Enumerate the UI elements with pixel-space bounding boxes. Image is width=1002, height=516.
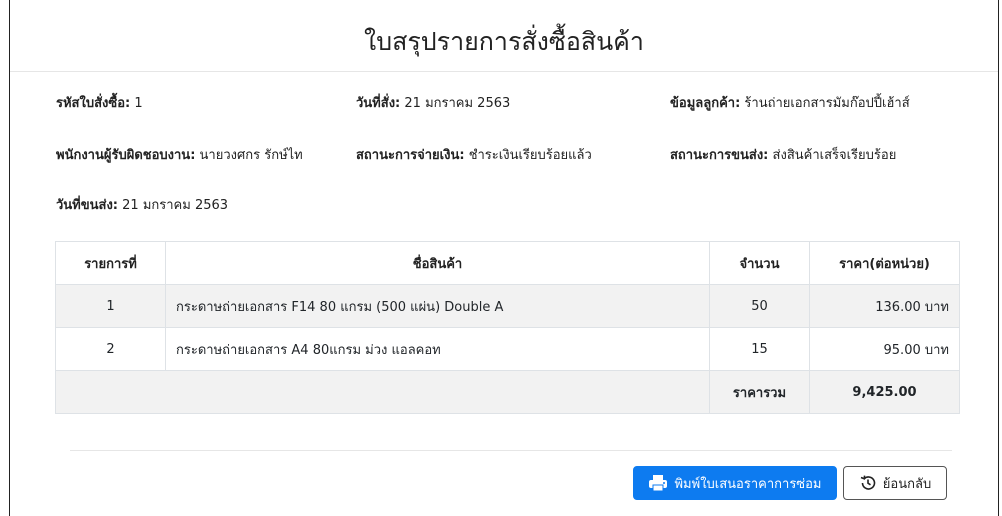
item-no: 1 (55, 284, 166, 328)
product-name: กระดาษถ่ายเอกสาร A4 80แกรม ม่วง แอลคอท (165, 327, 710, 371)
order-id-value: 1 (134, 96, 143, 111)
print-quotation-label: พิมพ์ใบเสนอราคาการซ่อม (674, 476, 822, 492)
order-date-value: 21 มกราคม 2563 (404, 96, 511, 111)
shipping-status-info: สถานะการขนส่ง: ส่งสินค้าเสร็จเรียบร้อย (670, 144, 896, 165)
header-unit-price: ราคา(ต่อหน่วย) (809, 241, 960, 285)
history-back-icon (859, 474, 877, 492)
order-date-label: วันที่สั่ง: (356, 96, 401, 111)
staff-value: นายวงศกร รักษ์ไท (199, 148, 303, 163)
shipping-status-label: สถานะการขนส่ง: (670, 148, 769, 163)
unit-price: 95.00 บาท (809, 327, 960, 371)
total-row: ราคารวม 9,425.00 (55, 370, 960, 414)
unit-price: 136.00 บาท (809, 284, 960, 328)
customer-info: ข้อมูลลูกค้า: ร้านถ่ายเอกสารมัมก๊อปปี้เฮ… (670, 92, 910, 113)
payment-status-label: สถานะการจ่ายเงิน: (356, 148, 465, 163)
total-value: 9,425.00 (809, 370, 960, 414)
order-id-label: รหัสใบสั่งซื้อ: (56, 96, 131, 111)
shipping-status-value: ส่งสินค้าเสร็จเรียบร้อย (772, 148, 897, 163)
quantity: 15 (709, 327, 810, 371)
table-header-row: รายการที่ ชื่อสินค้า จำนวน ราคา(ต่อหน่วย… (55, 241, 960, 285)
table-row: 2 กระดาษถ่ายเอกสาร A4 80แกรม ม่วง แอลคอท… (55, 327, 960, 371)
product-name: กระดาษถ่ายเอกสาร F14 80 แกรม (500 แผ่น) … (165, 284, 710, 328)
title-divider (10, 71, 998, 72)
order-items-table: รายการที่ ชื่อสินค้า จำนวน ราคา(ต่อหน่วย… (55, 241, 960, 414)
back-button[interactable]: ย้อนกลับ (843, 466, 947, 500)
customer-label: ข้อมูลลูกค้า: (670, 96, 741, 111)
page-title: ใบสรุปรายการสั่งซื้อสินค้า (364, 27, 644, 56)
quantity: 50 (709, 284, 810, 328)
footer-divider (70, 450, 952, 451)
back-label: ย้อนกลับ (882, 476, 932, 492)
customer-value: ร้านถ่ายเอกสารมัมก๊อปปี้เฮ้าส์ (744, 96, 910, 111)
header-item-no: รายการที่ (55, 241, 166, 285)
ship-date-label: วันที่ขนส่ง: (56, 198, 119, 213)
header-quantity: จำนวน (709, 241, 810, 285)
total-label: ราคารวม (709, 370, 810, 414)
print-quotation-button[interactable]: พิมพ์ใบเสนอราคาการซ่อม (633, 466, 837, 500)
payment-status-info: สถานะการจ่ายเงิน: ชำระเงินเรียบร้อยแล้ว (356, 144, 592, 165)
page-frame: ใบสรุปรายการสั่งซื้อสินค้า รหัสใบสั่งซื้… (9, 0, 999, 516)
ship-date-value: 21 มกราคม 2563 (122, 198, 229, 213)
order-date-info: วันที่สั่ง: 21 มกราคม 2563 (356, 92, 510, 113)
header-product-name: ชื่อสินค้า (165, 241, 710, 285)
total-spacer (55, 370, 710, 414)
item-no: 2 (55, 327, 166, 371)
ship-date-info: วันที่ขนส่ง: 21 มกราคม 2563 (56, 194, 228, 215)
order-id-info: รหัสใบสั่งซื้อ: 1 (56, 92, 143, 113)
payment-status-value: ชำระเงินเรียบร้อยแล้ว (468, 148, 592, 163)
staff-info: พนักงานผู้รับผิดชอบงาน: นายวงศกร รักษ์ไท (56, 144, 303, 165)
staff-label: พนักงานผู้รับผิดชอบงาน: (56, 148, 196, 163)
printer-icon (648, 474, 668, 492)
table-row: 1 กระดาษถ่ายเอกสาร F14 80 แกรม (500 แผ่น… (55, 284, 960, 328)
